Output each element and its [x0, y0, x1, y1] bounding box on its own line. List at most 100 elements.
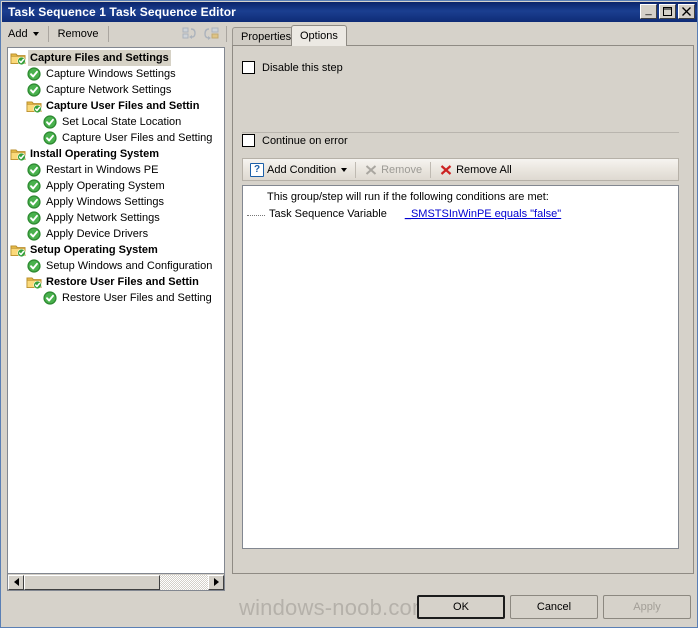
green-check-icon — [26, 226, 42, 242]
tree-step-node[interactable]: Apply Operating System — [8, 178, 224, 194]
tree-step-node[interactable]: Set Local State Location — [8, 114, 224, 130]
folder-check-icon — [10, 50, 26, 66]
scrollbar-track[interactable] — [24, 574, 208, 590]
tree-group-node[interactable]: Capture User Files and Settin — [8, 98, 224, 114]
condition-toolbar-separator-2 — [430, 161, 432, 178]
condition-toolbar-separator-1 — [355, 161, 357, 178]
ok-button[interactable]: OK — [417, 595, 505, 619]
tree-node-label: Set Local State Location — [62, 116, 182, 128]
tree-node-label: Restart in Windows PE — [46, 164, 159, 176]
green-check-icon — [42, 290, 58, 306]
remove-step-button[interactable]: Remove — [52, 24, 105, 44]
title-bar: Task Sequence 1 Task Sequence Editor _ — [2, 2, 697, 22]
tree-toolbar: Add Remove — [2, 22, 230, 46]
folder-check-icon — [26, 98, 42, 114]
tab-options[interactable]: Options — [291, 25, 347, 46]
chevron-down-icon — [32, 32, 39, 36]
green-check-icon — [26, 66, 42, 82]
tree-step-node[interactable]: Restart in Windows PE — [8, 162, 224, 178]
tree-step-node[interactable]: Setup Windows and Configuration — [8, 258, 224, 274]
tab-strip: Properties Options — [232, 25, 694, 46]
disable-step-row[interactable]: Disable this step — [242, 61, 343, 74]
add-button-label: Add — [8, 28, 28, 40]
arrow-right-icon — [213, 578, 219, 586]
tree-step-node[interactable]: Apply Network Settings — [8, 210, 224, 226]
tree-step-node[interactable]: Restore User Files and Setting — [8, 290, 224, 306]
tree-node-label: Capture Network Settings — [46, 84, 172, 96]
x-mark-icon — [364, 163, 378, 177]
disable-step-checkbox[interactable] — [242, 61, 255, 74]
task-sequence-tree[interactable]: Capture Files and Settings Capture Window… — [7, 47, 225, 574]
move-step-icon[interactable] — [181, 25, 199, 43]
condition-type-label: Task Sequence Variable — [269, 208, 387, 220]
tree-step-node[interactable]: Apply Device Drivers — [8, 226, 224, 242]
green-check-icon — [26, 82, 42, 98]
tree-step-node[interactable]: Apply Windows Settings — [8, 194, 224, 210]
continue-on-error-label: Continue on error — [262, 134, 348, 147]
condition-expression-link[interactable]: _SMSTSInWinPE equals "false" — [405, 208, 561, 220]
close-button[interactable] — [678, 4, 695, 19]
remove-condition-button[interactable]: Remove — [360, 160, 426, 179]
add-condition-button[interactable]: ? Add Condition — [246, 160, 351, 179]
green-check-icon — [26, 210, 42, 226]
toolbar-separator-1 — [47, 26, 49, 42]
disable-step-label: Disable this step — [262, 61, 343, 74]
tree-step-node[interactable]: Capture Windows Settings — [8, 66, 224, 82]
condition-toolbar: ? Add Condition Remove Remove All — [242, 158, 679, 181]
tree-group-node[interactable]: Capture Files and Settings — [8, 50, 224, 66]
tree-node-label: Apply Network Settings — [46, 212, 160, 224]
toolbar-separator-2 — [107, 26, 109, 42]
folder-check-icon — [26, 274, 42, 290]
tree-step-node[interactable]: Capture Network Settings — [8, 82, 224, 98]
tree-group-node[interactable]: Setup Operating System — [8, 242, 224, 258]
ok-button-label: OK — [453, 601, 469, 613]
continue-on-error-checkbox[interactable] — [242, 134, 255, 147]
scrollbar-thumb[interactable] — [24, 574, 161, 590]
apply-button[interactable]: Apply — [603, 595, 691, 619]
minimize-icon: _ — [645, 4, 652, 16]
tree-node-label: Apply Operating System — [46, 180, 165, 192]
tab-properties[interactable]: Properties — [232, 27, 301, 45]
cancel-button[interactable]: Cancel — [510, 595, 598, 619]
tree-group-node[interactable]: Restore User Files and Settin — [8, 274, 224, 290]
tree-line-icon — [247, 214, 265, 216]
tree-node-label: Restore User Files and Setting — [62, 292, 212, 304]
tree-step-node[interactable]: Capture User Files and Setting — [8, 130, 224, 146]
add-button[interactable]: Add — [2, 24, 45, 44]
scroll-left-button[interactable] — [8, 574, 24, 590]
scroll-right-button[interactable] — [208, 574, 224, 590]
tree-node-label: Capture Windows Settings — [46, 68, 176, 80]
condition-list[interactable]: This group/step will run if the followin… — [242, 185, 679, 549]
minimize-button[interactable]: _ — [640, 4, 657, 19]
green-check-icon — [26, 162, 42, 178]
section-divider — [242, 132, 679, 133]
tab-options-label: Options — [300, 30, 338, 42]
remove-all-conditions-button[interactable]: Remove All — [435, 160, 516, 179]
apply-button-label: Apply — [633, 601, 661, 613]
tree-node-label: Restore User Files and Settin — [46, 276, 199, 288]
watermark-text: windows-noob.com — [239, 595, 431, 620]
green-check-icon — [42, 114, 58, 130]
toolbar-separator-3 — [226, 26, 227, 42]
condition-list-header: This group/step will run if the followin… — [267, 191, 549, 203]
reorder-step-icon[interactable] — [203, 25, 221, 43]
remove-all-conditions-label: Remove All — [456, 163, 512, 176]
maximize-icon — [660, 5, 675, 18]
green-check-icon — [26, 194, 42, 210]
tree-node-label: Capture User Files and Settin — [46, 100, 200, 112]
continue-on-error-row[interactable]: Continue on error — [242, 134, 348, 147]
tree-node-label: Capture User Files and Setting — [62, 132, 213, 144]
tree-group-node[interactable]: Install Operating System — [8, 146, 224, 162]
tree-horizontal-scrollbar[interactable] — [7, 574, 225, 591]
condition-row[interactable]: Task Sequence Variable _SMSTSInWinPE equ… — [247, 208, 561, 220]
remove-condition-label: Remove — [381, 163, 423, 176]
close-icon — [679, 5, 694, 18]
tree-node-label: Install Operating System — [30, 148, 159, 160]
arrow-left-icon — [13, 578, 19, 586]
task-sequence-editor-window: Task Sequence 1 Task Sequence Editor _ A… — [0, 0, 698, 628]
window-title: Task Sequence 1 Task Sequence Editor — [8, 5, 236, 19]
green-check-icon — [26, 178, 42, 194]
green-check-icon — [26, 258, 42, 274]
question-mark-icon: ? — [250, 162, 264, 177]
maximize-button[interactable] — [659, 4, 676, 19]
